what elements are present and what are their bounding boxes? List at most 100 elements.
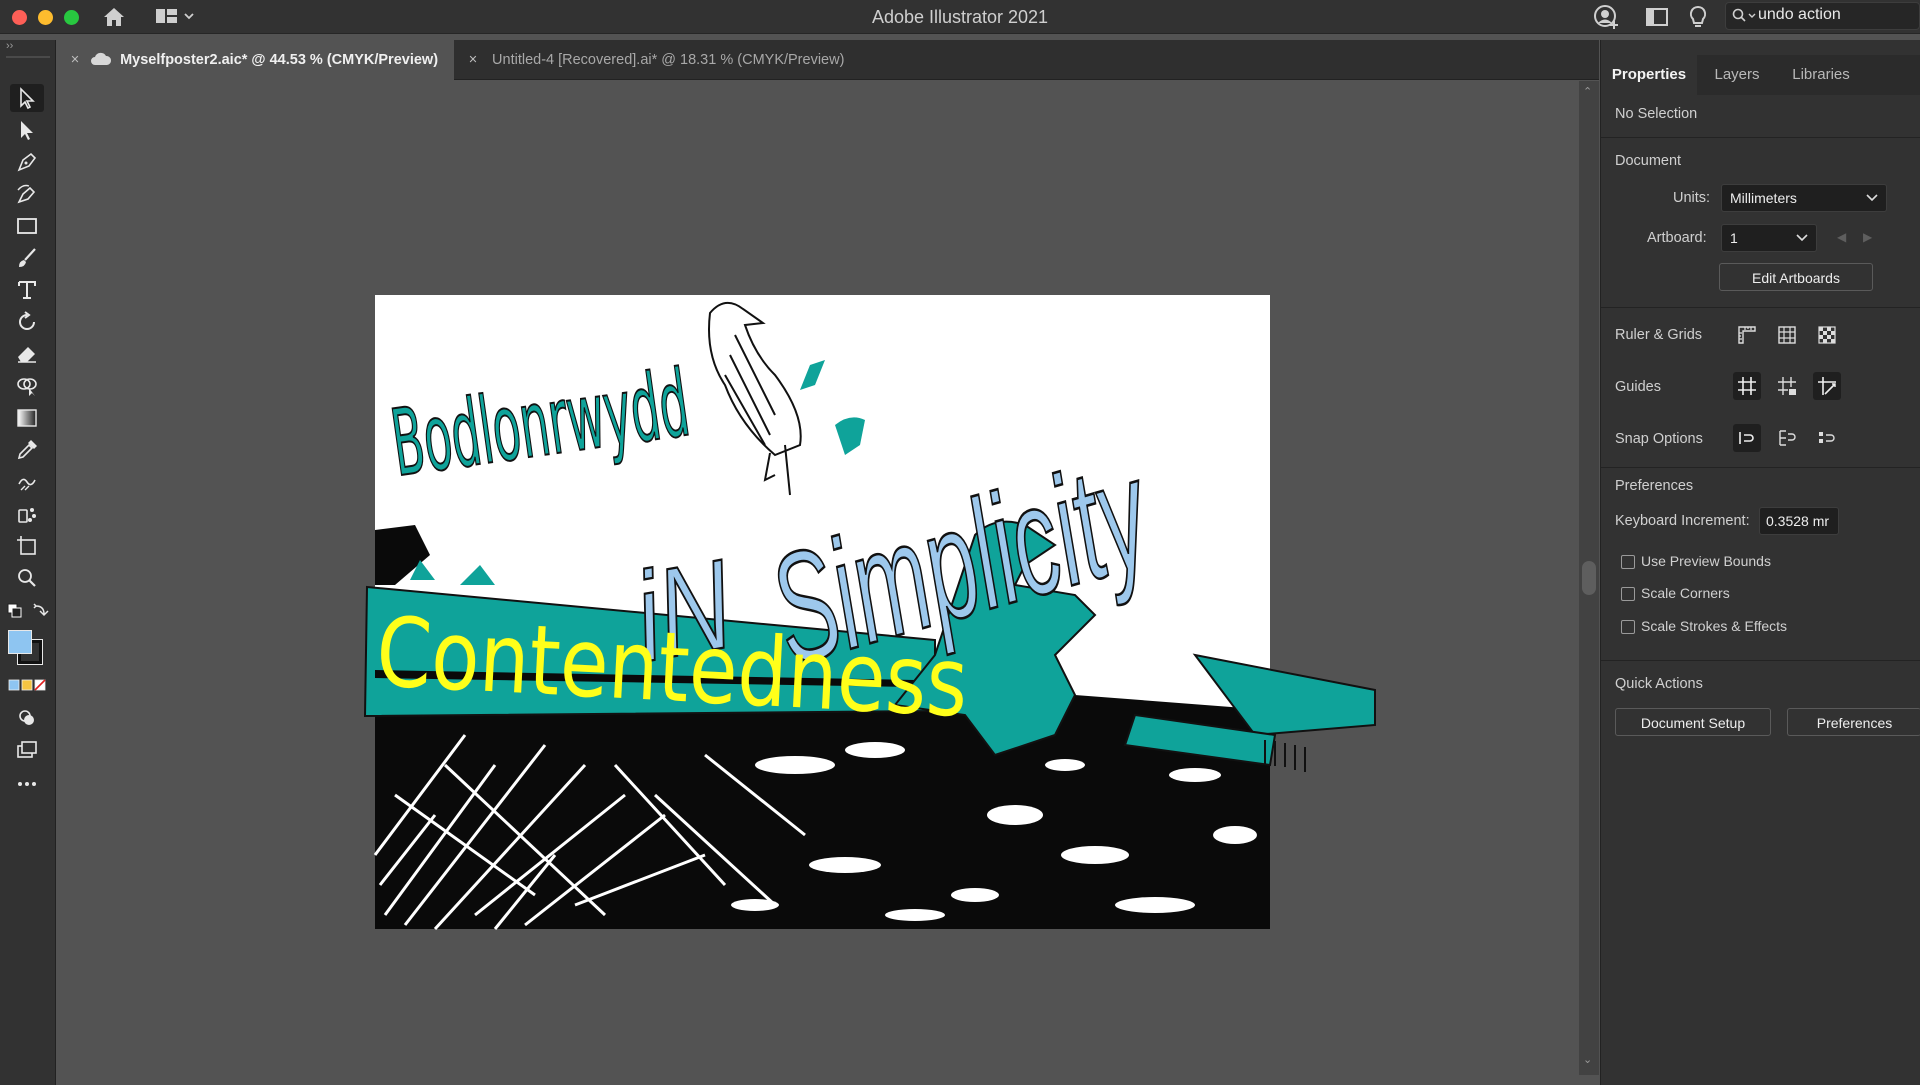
- vertical-scrollbar[interactable]: ⌃ ⌄: [1579, 81, 1599, 1075]
- account-icon[interactable]: [1593, 4, 1621, 30]
- home-icon[interactable]: [102, 6, 126, 28]
- checkbox-label: Scale Corners: [1641, 585, 1730, 601]
- preferences-button[interactable]: Preferences: [1787, 708, 1920, 736]
- document-tab-active[interactable]: × Myselfposter2.aic* @ 44.53 % (CMYK/Pre…: [56, 40, 454, 80]
- ruler-icon: [1738, 326, 1756, 344]
- shape-builder-icon: [17, 378, 37, 396]
- scroll-down-icon[interactable]: ⌄: [1583, 1053, 1592, 1066]
- direct-selection-tool[interactable]: [10, 116, 44, 144]
- transparency-grid-toggle[interactable]: [1813, 321, 1841, 349]
- document-heading: Document: [1615, 153, 1682, 169]
- tools-panel: ››: [0, 40, 56, 1085]
- rulers-toggle[interactable]: [1733, 321, 1761, 349]
- type-tool[interactable]: [10, 276, 44, 304]
- app-title: Adobe Illustrator 2021: [871, 7, 1049, 27]
- collapse-toolbar-icon[interactable]: ››: [6, 40, 13, 52]
- next-artboard-icon[interactable]: ▶: [1863, 230, 1872, 244]
- eraser-tool[interactable]: [10, 340, 44, 368]
- guides-icon: [1738, 377, 1756, 395]
- search-input[interactable]: undo action: [1725, 2, 1920, 30]
- document-tab[interactable]: × Untitled-4 [Recovered].ai* @ 18.31 % (…: [454, 40, 934, 80]
- snap-to-point-toggle[interactable]: [1733, 424, 1761, 452]
- artboard-select[interactable]: 1: [1721, 224, 1817, 252]
- artboard-tool[interactable]: [10, 532, 44, 560]
- gradient-tool[interactable]: [10, 404, 44, 432]
- quick-actions-heading: Quick Actions: [1615, 676, 1703, 692]
- tab-properties[interactable]: Properties: [1601, 55, 1697, 95]
- drawing-modes-button[interactable]: [10, 704, 44, 732]
- divider: [1601, 307, 1920, 308]
- snap-options-heading: Snap Options: [1615, 431, 1703, 447]
- title-bodlonrwydd[interactable]: Bodlonrwydd: [385, 349, 697, 499]
- snap-to-glyph-toggle[interactable]: [1813, 424, 1841, 452]
- close-tab-icon[interactable]: ×: [462, 40, 484, 80]
- snap-to-pixel-toggle[interactable]: [1773, 424, 1801, 452]
- screen-mode-button[interactable]: [10, 736, 44, 764]
- checkbox-box[interactable]: [1621, 587, 1635, 601]
- close-window-button[interactable]: [12, 10, 27, 25]
- artboard-icon: [17, 536, 36, 555]
- scroll-up-icon[interactable]: ⌃: [1583, 85, 1592, 98]
- show-guides-toggle[interactable]: [1733, 372, 1761, 400]
- poster-artwork: Bodlonrwydd iN Simplicity Contentedness: [363, 302, 1376, 931]
- lock-guides-toggle[interactable]: [1773, 372, 1801, 400]
- draw-behind-icon: [19, 710, 34, 725]
- search-value: undo action: [1758, 6, 1841, 23]
- divider: [1601, 660, 1920, 661]
- edit-artboards-button[interactable]: Edit Artboards: [1719, 263, 1873, 291]
- workspace-switcher-icon[interactable]: [155, 7, 195, 27]
- minimize-window-button[interactable]: [38, 10, 53, 25]
- paintbrush-tool[interactable]: [10, 244, 44, 272]
- type-t-icon: [18, 281, 36, 299]
- tab-label: Untitled-4 [Recovered].ai* @ 18.31 % (CM…: [492, 52, 845, 68]
- keyboard-increment-label: Keyboard Increment:: [1615, 513, 1750, 529]
- document-setup-button[interactable]: Document Setup: [1615, 708, 1771, 736]
- checkbox-box[interactable]: [1621, 620, 1635, 634]
- previous-artboard-icon[interactable]: ◀: [1837, 230, 1846, 244]
- zoom-tool[interactable]: [10, 564, 44, 592]
- artboard[interactable]: Bodlonrwydd iN Simplicity Contentedness: [363, 295, 1376, 931]
- close-tab-icon[interactable]: ×: [64, 40, 86, 80]
- units-select[interactable]: Millimeters: [1721, 184, 1887, 212]
- selection-arrow-icon: [20, 87, 35, 110]
- gradient-icon: [17, 409, 37, 427]
- tab-libraries[interactable]: Libraries: [1777, 55, 1865, 95]
- symbol-sprayer-tool[interactable]: [10, 500, 44, 528]
- fill-stroke-swatches[interactable]: [8, 630, 46, 666]
- search-icon: [1732, 8, 1756, 22]
- default-colors-control[interactable]: [6, 602, 50, 622]
- eyedropper-tool[interactable]: [10, 436, 44, 464]
- rotate-tool[interactable]: [10, 308, 44, 336]
- toolbar-grip[interactable]: [6, 56, 50, 58]
- properties-panel: Properties Layers Libraries No Selection…: [1600, 40, 1920, 1085]
- units-label: Units:: [1673, 190, 1711, 206]
- rectangle-tool[interactable]: [10, 212, 44, 240]
- curvature-pen-icon: [17, 184, 36, 204]
- selection-tool[interactable]: [10, 84, 44, 112]
- shape-builder-tool[interactable]: [10, 372, 44, 400]
- grid-toggle[interactable]: [1773, 321, 1801, 349]
- preferences-heading: Preferences: [1615, 478, 1694, 494]
- puppet-warp-icon: [18, 478, 36, 491]
- zoom-window-button[interactable]: [64, 10, 79, 25]
- pen-tool[interactable]: [10, 148, 44, 176]
- keyboard-increment-input[interactable]: 0.3528 mr: [1759, 507, 1839, 535]
- blend-tool[interactable]: [10, 468, 44, 496]
- scrollbar-thumb[interactable]: [1582, 561, 1596, 595]
- curvature-tool[interactable]: [10, 180, 44, 208]
- edit-toolbar-button[interactable]: [10, 770, 44, 798]
- tab-layers[interactable]: Layers: [1697, 55, 1777, 95]
- checkbox-box[interactable]: [1621, 555, 1635, 569]
- paintbrush-icon: [19, 248, 36, 267]
- artboard-label: Artboard:: [1647, 230, 1707, 246]
- title-bar: Adobe Illustrator 2021 undo action: [0, 0, 1920, 34]
- color-mode-buttons[interactable]: [8, 678, 48, 692]
- arrange-documents-icon[interactable]: [1645, 6, 1669, 28]
- rectangle-icon: [17, 218, 37, 234]
- guides-heading: Guides: [1615, 379, 1661, 395]
- discover-lightbulb-icon[interactable]: [1687, 4, 1709, 30]
- fill-swatch[interactable]: [8, 630, 32, 654]
- cloud-document-icon: [91, 52, 112, 65]
- smart-guides-toggle[interactable]: [1813, 372, 1841, 400]
- symbol-sprayer-icon: [18, 508, 36, 523]
